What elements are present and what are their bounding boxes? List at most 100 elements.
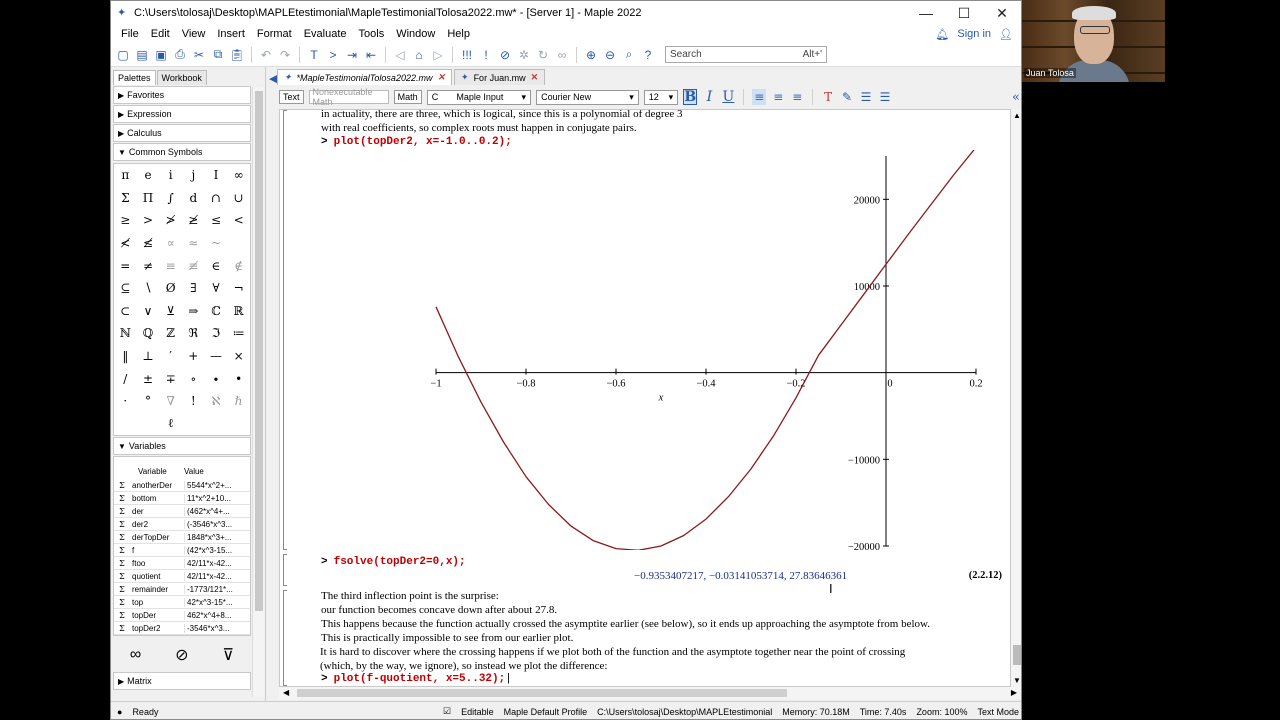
symbol-cell[interactable]: × <box>227 345 250 368</box>
menu-insert[interactable]: Insert <box>211 28 251 40</box>
symbol-cell[interactable]: ° <box>137 390 160 413</box>
symbol-cell[interactable]: ⊆ <box>114 277 137 300</box>
tab-workbook[interactable]: Workbook <box>156 70 207 85</box>
scroll-up-icon[interactable]: ▲ <box>1013 111 1021 120</box>
insert-math-icon[interactable]: > <box>325 47 341 63</box>
bold-icon[interactable]: B <box>683 89 698 105</box>
save-icon[interactable]: ▣ <box>153 47 169 63</box>
help-icon[interactable]: ? <box>640 47 656 63</box>
symbol-cell[interactable]: π <box>114 164 137 187</box>
menu-tools[interactable]: Tools <box>353 28 391 40</box>
tab-maple-testimonial[interactable]: ✦ *MapleTestimonialTolosa2022.mw ✕ <box>277 69 453 85</box>
scroll-thumb[interactable] <box>297 689 787 697</box>
symbol-cell[interactable]: ∞ <box>227 164 250 187</box>
symbol-cell[interactable] <box>182 413 205 436</box>
symbol-cell[interactable]: ∀ <box>205 277 228 300</box>
symbol-cell[interactable]: + <box>182 345 205 368</box>
symbol-cell[interactable]: ∘ <box>182 367 205 390</box>
filter-icon[interactable]: ⊽ <box>222 645 234 665</box>
nonexecutable-math-button[interactable]: Nonexecutable Math <box>308 87 389 107</box>
tab-for-juan[interactable]: ✦ For Juan.mw ✕ <box>454 69 546 85</box>
copy-icon[interactable]: ⧉ <box>210 47 226 63</box>
back-icon[interactable]: ◁ <box>392 47 408 63</box>
symbol-cell[interactable]: ℝ <box>227 300 250 323</box>
symbol-cell[interactable]: ⊂ <box>114 300 137 323</box>
execute-all-icon[interactable]: !!! <box>459 47 475 63</box>
symbol-cell[interactable]: / <box>114 367 137 390</box>
symbol-cell[interactable]: ‖ <box>114 345 137 368</box>
variable-row[interactable]: Σder (462*x^4+... <box>114 505 250 519</box>
symbol-cell[interactable] <box>227 232 250 255</box>
symbol-cell[interactable]: ≤ <box>205 209 228 232</box>
symbol-cell[interactable]: i <box>159 164 182 187</box>
underline-icon[interactable]: U <box>721 89 735 105</box>
font-size-select[interactable]: 12 ▾ <box>643 89 679 105</box>
scroll-thumb[interactable] <box>1013 645 1021 665</box>
execute-icon[interactable]: ! <box>478 47 494 63</box>
palette-scrollbar[interactable] <box>252 87 264 697</box>
symbol-cell[interactable]: ! <box>182 390 205 413</box>
symbol-cell[interactable]: ℕ <box>114 322 137 345</box>
variable-row[interactable]: Σremainder -1773/121*... <box>114 583 250 597</box>
symbol-cell[interactable]: ≮ <box>114 232 137 255</box>
symbol-cell[interactable]: ≢ <box>182 254 205 277</box>
bullet-list-icon[interactable]: ☰ <box>859 89 873 105</box>
symbol-cell[interactable]: Π <box>137 187 160 210</box>
input-mode-select[interactable]: C Maple Input ▾ <box>426 89 532 105</box>
text-mode-button[interactable]: Text <box>279 90 304 104</box>
symbol-cell[interactable]: ℜ <box>182 322 205 345</box>
debug-icon[interactable]: ✲ <box>516 47 532 63</box>
user-icon[interactable]: 👤︎ <box>999 28 1013 41</box>
symbol-cell[interactable]: e <box>137 164 160 187</box>
symbol-cell[interactable]: ± <box>137 367 160 390</box>
symbol-cell[interactable]: ∪ <box>227 187 250 210</box>
zoom-reset-icon[interactable]: ⌕ <box>621 47 637 63</box>
maple-input-fsolve[interactable]: > fsolve(topDer2=0,x); <box>321 556 466 568</box>
close-tab-icon[interactable]: ✕ <box>531 72 539 83</box>
scroll-left-icon[interactable]: ◀ <box>283 688 289 697</box>
symbol-cell[interactable]: < <box>227 209 250 232</box>
redo-icon[interactable]: ↷ <box>277 47 293 63</box>
plot-output[interactable]: −1 −0.8 −0.6 −0.4 −0.2 0 0.2−20000−10000100002… <box>426 150 986 550</box>
restart-icon[interactable]: ↻ <box>535 47 551 63</box>
align-center-icon[interactable]: ≡ <box>771 89 785 105</box>
series-line[interactable] <box>435 150 976 550</box>
menu-evaluate[interactable]: Evaluate <box>298 28 353 40</box>
symbol-cell[interactable] <box>114 413 137 436</box>
symbol-cell[interactable]: ∝ <box>159 232 182 255</box>
symbol-cell[interactable]: j <box>182 164 205 187</box>
symbol-cell[interactable]: ∙ <box>205 367 228 390</box>
highlight-icon[interactable]: ✎ <box>840 89 854 105</box>
close-tab-icon[interactable]: ✕ <box>437 72 445 83</box>
link-icon[interactable]: ∞ <box>554 47 570 63</box>
insert-section-icon[interactable]: ⇥ <box>344 47 360 63</box>
symbol-cell[interactable]: ~ <box>205 232 228 255</box>
symbol-cell[interactable]: ℵ <box>205 390 228 413</box>
maximize-button[interactable]: ☐ <box>945 5 983 22</box>
math-mode-button[interactable]: Math <box>393 90 422 104</box>
symbol-cell[interactable]: ¬ <box>227 277 250 300</box>
symbol-cell[interactable]: ℤ <box>159 322 182 345</box>
variable-row[interactable]: Σftoo 42/11*x-42... <box>114 557 250 571</box>
close-button[interactable]: ✕ <box>983 5 1021 22</box>
symbol-cell[interactable]: ≠ <box>137 254 160 277</box>
italic-icon[interactable]: I <box>702 89 716 105</box>
variable-row[interactable]: Σf (42*x^3-15... <box>114 544 250 558</box>
palette-common-symbols[interactable]: ▼ Common Symbols <box>113 143 251 161</box>
symbol-cell[interactable]: — <box>205 345 228 368</box>
palette-matrix[interactable]: ▶ Matrix <box>113 672 251 691</box>
symbol-cell[interactable]: ∃ <box>182 277 205 300</box>
variable-row[interactable]: ΣtopDer 462*x^4+8... <box>114 609 250 623</box>
font-select[interactable]: Courier New ▾ <box>536 89 639 105</box>
minimize-button[interactable]: — <box>907 5 945 21</box>
palette-calculus[interactable]: ▶ Calculus <box>113 124 251 142</box>
symbol-cell[interactable]: ′ <box>159 345 182 368</box>
menu-edit[interactable]: Edit <box>145 28 176 40</box>
menu-help[interactable]: Help <box>441 28 476 40</box>
symbol-cell[interactable]: ℚ <box>137 322 160 345</box>
zoom-in-icon[interactable]: ⊕ <box>583 47 599 63</box>
print-icon[interactable]: ⎙ <box>172 47 188 63</box>
worksheet[interactable]: in actuality, there are three, which is … <box>279 109 1011 687</box>
document-scrollbar[interactable]: ▲ ▼ <box>1011 109 1021 687</box>
symbol-cell[interactable]: ≥ <box>114 209 137 232</box>
